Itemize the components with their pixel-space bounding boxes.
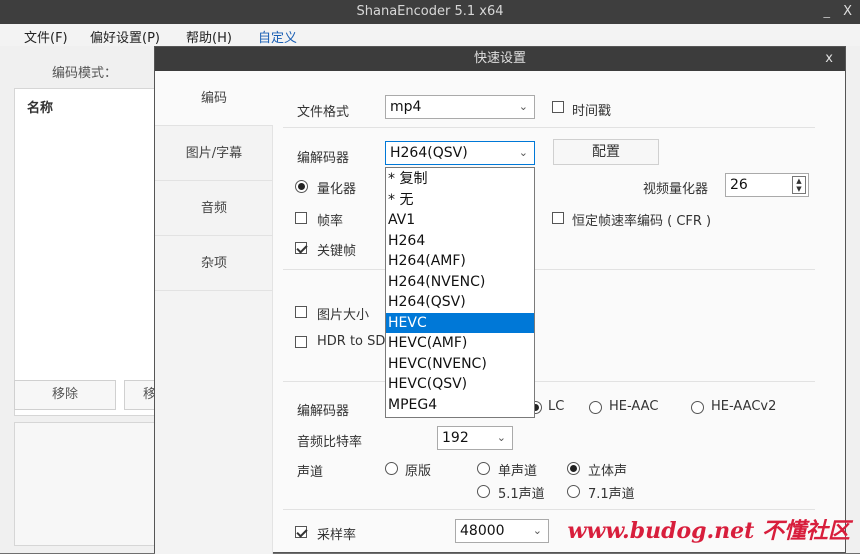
he-aacv2-label: HE-AACv2 [711,399,776,414]
dropdown-option[interactable]: HEVC(NVENC) [386,354,534,374]
channel-mono-label: 单声道 [498,460,537,479]
divider [283,269,815,270]
channel-51-label: 5.1声道 [498,483,545,502]
cfr-checkbox[interactable] [552,212,564,224]
app-title: ShanaEncoder 5.1 x64 [357,4,504,19]
dropdown-option[interactable]: HEVC(AMF) [386,333,534,353]
channel-71-label: 7.1声道 [588,483,635,502]
lc-label: LC [548,399,564,414]
codec-label: 编解码器 [297,147,349,166]
tab-encode[interactable]: 编码 [155,71,273,126]
samplerate-label: 采样率 [317,524,356,543]
watermark: www.budog.net 不懂社区 [567,513,850,545]
keyframe-label: 关键帧 [317,240,356,259]
codec-value: H264(QSV) [390,145,468,161]
dropdown-option[interactable]: HEVC [386,313,534,333]
he-aacv2-radio[interactable] [691,401,704,414]
menu-custom[interactable]: 自定义 [258,27,297,46]
audio-bitrate-select[interactable]: 192 ⌄ [437,426,513,450]
audio-bitrate-value: 192 [442,430,469,446]
settings-tabs: 编码 图片/字幕 音频 杂项 [155,71,273,554]
chevron-down-icon: ⌄ [519,142,528,164]
dropdown-option[interactable]: H264(NVENC) [386,272,534,292]
he-aac-radio[interactable] [589,401,602,414]
video-quantizer-label: 视频量化器 [643,178,708,197]
quantizer-radio[interactable] [295,180,308,193]
timestamp-checkbox[interactable] [552,101,564,113]
log-panel [14,422,156,546]
samplerate-value: 48000 [460,523,505,539]
divider [283,509,815,510]
close-button[interactable]: X [843,0,852,24]
dialog-titlebar: 快速设置 x [155,47,845,71]
samplerate-checkbox[interactable] [295,526,307,538]
chevron-down-icon: ⌄ [519,96,528,118]
tab-image-subtitle[interactable]: 图片/字幕 [155,126,273,181]
tab-misc[interactable]: 杂项 [155,236,273,291]
cfr-label: 恒定帧速率编码 ( CFR ) [572,210,711,229]
framerate-label: 帧率 [317,210,343,229]
dropdown-option[interactable]: * 复制 [386,169,534,189]
hdr-to-sdr-label: HDR to SD [317,334,385,349]
channel-71-radio[interactable] [567,485,580,498]
dropdown-option[interactable]: * 无 [386,190,534,210]
menu-file[interactable]: 文件(F) [24,27,68,46]
channel-label: 声道 [297,461,323,480]
channel-mono-radio[interactable] [477,462,490,475]
config-button[interactable]: 配置 [553,139,659,165]
channel-51-radio[interactable] [477,485,490,498]
channel-original-radio[interactable] [385,462,398,475]
tab-audio[interactable]: 音频 [155,181,273,236]
app-titlebar: ShanaEncoder 5.1 x64 _ X [0,0,860,24]
dropdown-option[interactable]: H264(QSV) [386,292,534,312]
video-quantizer-spinner[interactable]: 26 ▲▼ [725,173,809,197]
channel-original-label: 原版 [405,460,431,479]
dialog-title: 快速设置 [474,51,526,66]
file-format-value: mp4 [390,99,421,115]
name-column-header: 名称 [27,97,53,116]
chevron-down-icon: ⌄ [533,520,542,542]
audio-bitrate-label: 音频比特率 [297,431,362,450]
quantizer-label: 量化器 [317,178,356,197]
codec-dropdown-list[interactable]: * 复制* 无AV1H264H264(AMF)H264(NVENC)H264(Q… [385,167,535,418]
minimize-button[interactable]: _ [824,0,831,24]
timestamp-label: 时间戳 [572,100,611,119]
dropdown-option[interactable]: HEVC(QSV) [386,374,534,394]
hdr-to-sdr-checkbox[interactable] [295,336,307,348]
samplerate-select[interactable]: 48000 ⌄ [455,519,549,543]
he-aac-label: HE-AAC [609,399,658,414]
dropdown-option[interactable]: MPEG4 [386,395,534,415]
channel-stereo-radio[interactable] [567,462,580,475]
framerate-checkbox[interactable] [295,212,307,224]
video-quantizer-value: 26 [730,177,748,193]
divider [283,381,815,382]
dialog-close-button[interactable]: x [825,47,833,71]
dropdown-option[interactable]: H264 [386,231,534,251]
divider [283,127,815,128]
file-format-label: 文件格式 [297,101,349,120]
menu-preferences[interactable]: 偏好设置(P) [90,27,160,46]
channel-stereo-label: 立体声 [588,460,627,479]
image-size-label: 图片大小 [317,304,369,323]
quick-settings-dialog: 快速设置 x 编码 图片/字幕 音频 杂项 文件格式 mp4 ⌄ 时间戳 编解码… [154,46,846,553]
encode-mode-label: 编码模式： [52,62,117,81]
menu-help[interactable]: 帮助(H) [186,27,232,46]
codec-select[interactable]: H264(QSV) ⌄ [385,141,535,165]
file-list[interactable]: 名称 [14,88,156,416]
remove-button[interactable]: 移除 [14,380,116,410]
audio-codec-label: 编解码器 [297,400,349,419]
dropdown-option[interactable]: AV1 [386,210,534,230]
image-size-checkbox[interactable] [295,306,307,318]
menu-bar: 文件(F) 偏好设置(P) 帮助(H) 自定义 [0,24,860,46]
file-format-select[interactable]: mp4 ⌄ [385,95,535,119]
dropdown-option[interactable]: H264(AMF) [386,251,534,271]
keyframe-checkbox[interactable] [295,242,307,254]
chevron-down-icon: ⌄ [497,427,506,449]
spinner-arrows-icon[interactable]: ▲▼ [792,176,806,194]
